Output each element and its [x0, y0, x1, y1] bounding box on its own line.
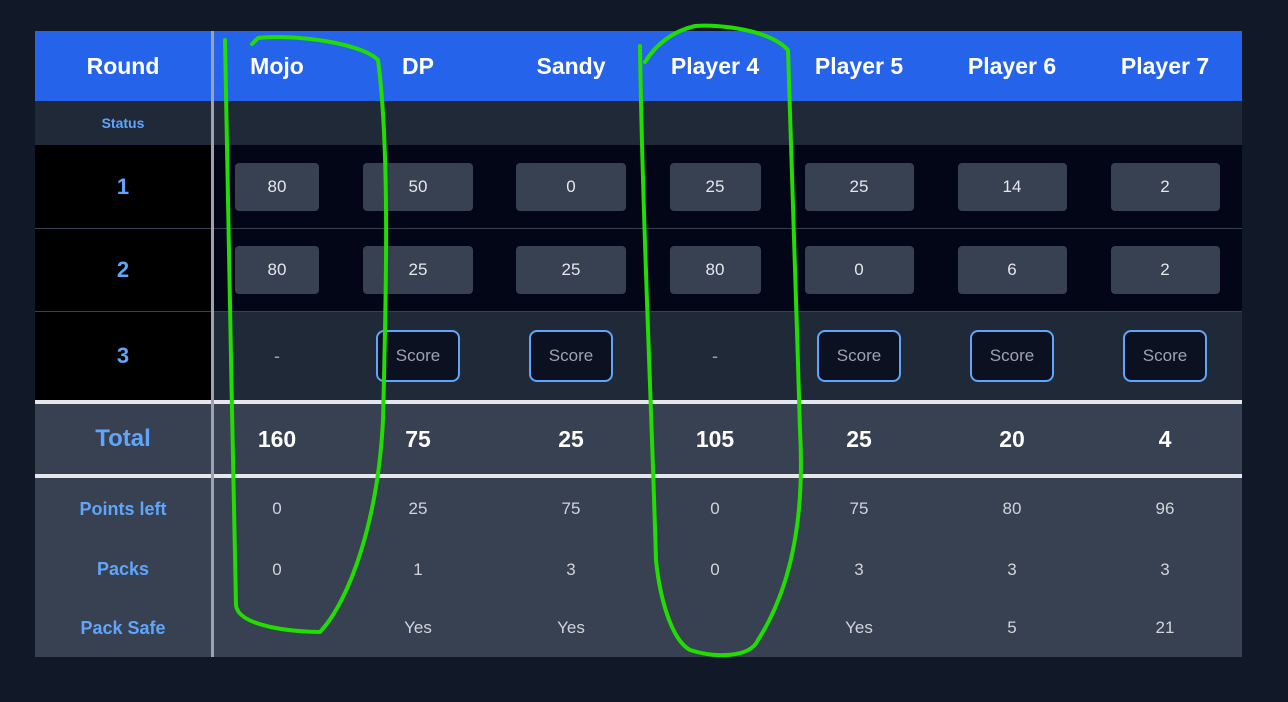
score-value[interactable]: 0 [804, 246, 914, 294]
score-value[interactable]: 50 [363, 162, 473, 211]
packs-row: Packs 0 1 3 0 3 3 3 [35, 540, 1242, 599]
pack-safe-row: Pack Safe Yes Yes Yes 5 21 [35, 599, 1242, 657]
pack-safe-value [201, 599, 353, 657]
total-value: 160 [257, 425, 297, 452]
points-left-value: 0 [710, 499, 720, 518]
score-value[interactable]: 80 [235, 162, 319, 211]
header-row: Round Mojo DP Sandy Player 4 Player 5 Pl… [35, 31, 1242, 101]
pack-safe-value [639, 599, 791, 657]
header-player-7: Player 7 [1120, 52, 1210, 79]
total-row: Total 160 75 25 105 25 20 4 [35, 404, 1242, 474]
total-value: 25 [846, 425, 872, 452]
total-value: 20 [999, 425, 1025, 452]
score-value[interactable]: 25 [363, 246, 473, 294]
packs-value: 0 [710, 559, 720, 579]
header-round: Round [86, 52, 160, 79]
score-value[interactable]: 2 [1110, 162, 1220, 211]
score-value[interactable]: 80 [669, 246, 761, 294]
score-value[interactable]: 6 [957, 246, 1067, 294]
score-value[interactable]: 25 [669, 162, 761, 211]
pack-safe-value: Yes [404, 618, 432, 637]
score-button[interactable]: Score [376, 330, 460, 382]
score-button[interactable]: Score [817, 330, 901, 382]
points-left-value: 75 [561, 499, 581, 518]
score-button[interactable]: Score [970, 330, 1054, 382]
points-left-value: 25 [408, 499, 428, 518]
header-player-6: Player 6 [967, 52, 1057, 79]
pack-safe-value: 21 [1155, 618, 1175, 637]
pack-safe-label: Pack Safe [80, 617, 166, 638]
total-label: Total [95, 425, 151, 452]
column-divider [211, 31, 214, 657]
pack-safe-value: Yes [845, 618, 873, 637]
round-label: 2 [35, 229, 211, 311]
score-value[interactable]: 25 [516, 246, 626, 294]
round-label: 1 [35, 145, 211, 228]
packs-value: 3 [854, 559, 864, 579]
score-value[interactable]: 0 [516, 162, 626, 211]
scoreboard-table: Round Mojo DP Sandy Player 4 Player 5 Pl… [35, 31, 1242, 657]
round-row-1: 1 80 50 0 25 25 14 2 [35, 145, 1242, 229]
header-player-1: Mojo [250, 52, 304, 79]
score-value[interactable]: 25 [804, 162, 914, 211]
packs-value: 3 [1007, 559, 1017, 579]
pack-safe-value: 5 [1007, 618, 1017, 637]
round-label: 3 [35, 312, 211, 400]
points-left-value: 75 [849, 499, 869, 518]
status-label: Status [101, 115, 145, 131]
points-left-value: 0 [272, 499, 282, 518]
round-row-3: 3 - Score Score - Score Score Score [35, 312, 1242, 400]
status-row: Status [35, 101, 1242, 145]
score-button[interactable]: Score [529, 330, 613, 382]
total-value: 75 [405, 425, 431, 452]
header-player-4: Player 4 [670, 52, 760, 79]
points-left-value: 80 [1002, 499, 1022, 518]
total-value: 4 [1158, 425, 1172, 452]
round-row-2: 2 80 25 25 80 0 6 2 [35, 229, 1242, 312]
pack-safe-value: Yes [557, 618, 585, 637]
score-value[interactable]: 14 [957, 162, 1067, 211]
header-player-2: DP [402, 52, 434, 79]
header-player-3: Sandy [536, 52, 606, 79]
packs-value: 1 [413, 559, 423, 579]
header-player-5: Player 5 [814, 52, 904, 79]
score-dash: - [712, 345, 718, 366]
total-value: 105 [695, 425, 735, 452]
packs-value: 3 [566, 559, 576, 579]
score-value[interactable]: 80 [235, 246, 319, 294]
score-button[interactable]: Score [1123, 330, 1207, 382]
packs-label: Packs [96, 559, 150, 579]
points-left-value: 96 [1155, 499, 1175, 518]
score-value[interactable]: 2 [1110, 246, 1220, 294]
total-value: 25 [558, 425, 584, 452]
points-left-row: Points left 0 25 75 0 75 80 96 [35, 478, 1242, 540]
score-dash: - [274, 345, 280, 366]
packs-value: 3 [1160, 559, 1170, 579]
packs-value: 0 [272, 559, 282, 579]
points-left-label: Points left [79, 498, 167, 519]
